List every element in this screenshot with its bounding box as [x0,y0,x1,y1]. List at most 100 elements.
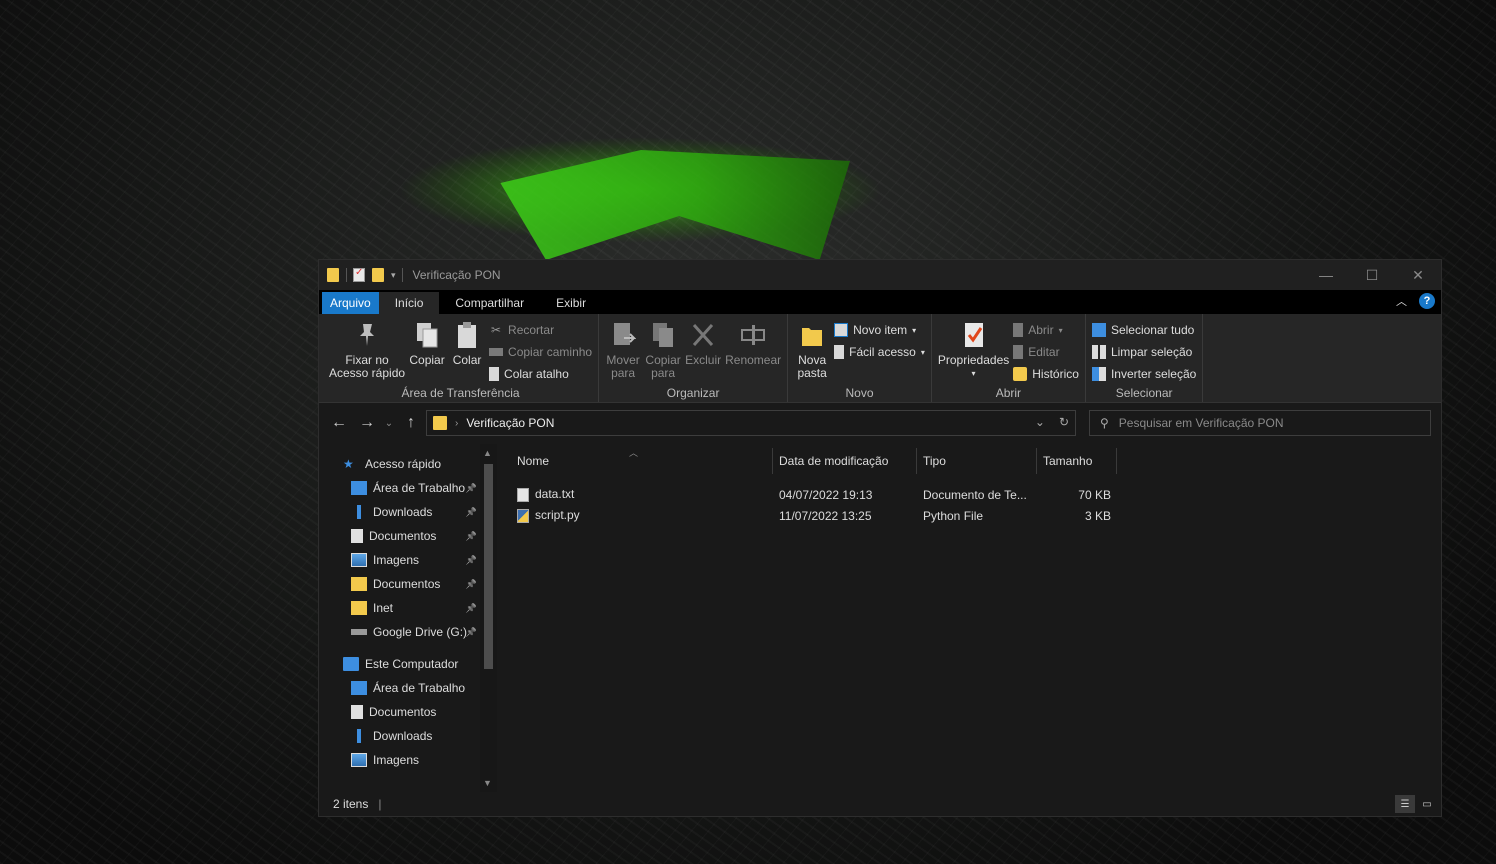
nav-quick-item-label: Documentos [369,529,437,543]
copy-to-button[interactable]: Copiar para [645,320,681,380]
breadcrumb-current-folder[interactable]: Verificação PON [466,416,554,430]
tab-inicio[interactable]: Início [378,292,440,314]
pictures-icon [351,553,367,567]
open-button[interactable]: Abrir ▾ [1013,322,1079,338]
desktop-icon [351,481,367,495]
nav-pc-item[interactable]: Downloads [319,724,497,748]
edit-button[interactable]: Editar [1013,344,1079,360]
column-header-modified[interactable]: Data de modificação [773,448,917,474]
copy-path-button[interactable]: Copiar caminho [489,344,592,360]
open-icon [1013,323,1024,337]
easy-access-label: Fácil acesso [849,345,916,359]
recent-locations-chevron-icon[interactable]: ⌄ [381,418,397,429]
new-item-label: Novo item [853,323,908,337]
scroll-thumb[interactable] [484,464,493,669]
collapse-ribbon-icon[interactable]: ︿ [1396,293,1407,309]
ribbon: Fixar no Acesso rápido Copiar Colar ✂ Re… [319,314,1441,403]
open-group: Propriedades ▾ Abrir ▾ Editar Histórico … [932,314,1086,402]
column-headers: ︿ Nome Data de modificação Tipo Tamanho [511,448,1117,474]
scissors-icon: ✂ [491,323,502,337]
search-input[interactable]: ⚲ Pesquisar em Verificação PON [1089,410,1431,436]
column-header-size[interactable]: Tamanho [1037,448,1117,474]
tab-exibir[interactable]: Exibir [540,292,602,314]
download-icon [351,505,367,519]
forward-arrow-icon[interactable]: → [353,414,381,432]
new-folder-button[interactable]: Nova pasta [794,320,830,380]
scroll-down-icon[interactable]: ▼ [483,778,492,788]
organize-group: Mover para Copiar para Excluir Renomear … [599,314,789,402]
refresh-icon[interactable]: ↻ [1059,415,1069,429]
file-modified-cell: 04/07/2022 19:13 [773,488,917,502]
column-header-name[interactable]: ︿ Nome [511,448,773,474]
history-button[interactable]: Histórico [1013,366,1079,382]
address-path-box[interactable]: › Verificação PON ⌄ ↻ [426,410,1076,436]
column-header-type[interactable]: Tipo [917,448,1037,474]
nav-scrollbar[interactable]: ▲ ▼ [480,444,497,792]
close-button[interactable]: ✕ [1395,260,1441,290]
large-icons-view-icon[interactable]: ▭ [1417,795,1437,813]
pin-icon [360,324,375,346]
new-folder-quick-icon[interactable] [372,268,384,282]
status-separator: | [378,797,382,811]
minimize-button[interactable]: — [1303,260,1349,290]
nav-quick-item[interactable]: Google Drive (G:) 📌 [319,620,497,644]
paste-shortcut-button[interactable]: Colar atalho [489,366,592,382]
text-file-icon [517,487,529,502]
nav-pc-item[interactable]: Imagens [319,748,497,772]
nav-quick-item[interactable]: Área de Trabalho 📌 [319,476,497,500]
nav-quick-access[interactable]: ★ Acesso rápido [319,452,497,476]
delete-button[interactable]: Excluir [685,320,721,367]
nav-this-pc[interactable]: Este Computador [319,652,497,676]
paste-label: Colar [452,353,482,367]
copy-button[interactable]: Copiar [409,320,445,367]
paste-shortcut-icon [489,367,500,381]
pin-quick-access-button[interactable]: Fixar no Acesso rápido [329,320,405,380]
properties-icon [964,323,983,347]
file-name-cell: data.txt [511,487,773,502]
pin-label-2: Acesso rápido [329,366,406,380]
nav-quick-item[interactable]: Imagens 📌 [319,548,497,572]
easy-access-button[interactable]: Fácil acesso ▾ [834,344,925,360]
address-dropdown-icon[interactable]: ⌄ [1035,415,1045,429]
move-to-button[interactable]: Mover para [605,320,641,380]
maximize-button[interactable]: ☐ [1349,260,1395,290]
nav-pc-item-label: Área de Trabalho [373,681,466,695]
nav-quick-item[interactable]: Downloads 📌 [319,500,497,524]
breadcrumb-chevron-icon[interactable]: › [455,418,458,429]
details-view-icon[interactable]: ☰ [1395,795,1415,813]
tab-arquivo[interactable]: Arquivo [322,292,379,314]
file-size-cell: 70 KB [1037,488,1117,502]
select-none-button[interactable]: Limpar seleção [1091,344,1196,360]
rename-button[interactable]: Renomear [725,320,781,367]
properties-quick-icon[interactable] [353,267,365,282]
copy-path-icon [489,348,504,356]
up-arrow-icon[interactable]: ↑ [397,414,425,432]
nav-pc-item[interactable]: Documentos [319,700,497,724]
open-dropdown-icon: ▾ [1058,325,1063,335]
scroll-up-icon[interactable]: ▲ [483,448,492,458]
nav-quick-item[interactable]: Documentos 📌 [319,572,497,596]
select-all-button[interactable]: Selecionar tudo [1091,322,1196,338]
clipboard-group-label: Área de Transferência [401,386,520,400]
nav-quick-item[interactable]: Inet 📌 [319,596,497,620]
python-file-icon [517,508,529,523]
invert-selection-button[interactable]: Inverter seleção [1091,366,1196,382]
back-arrow-icon[interactable]: ← [325,414,353,432]
help-icon[interactable]: ? [1419,293,1435,309]
search-icon: ⚲ [1100,416,1109,430]
quick-access-dropdown-icon[interactable]: ▾ [391,270,396,281]
nav-quick-item[interactable]: Documentos 📌 [319,524,497,548]
properties-button[interactable]: Propriedades ▾ [938,320,1009,380]
item-count: 2 itens [333,797,369,811]
file-row[interactable]: script.py 11/07/2022 13:25 Python File 3 KB [511,505,1117,526]
file-row[interactable]: data.txt 04/07/2022 19:13 Documento de Te.… [511,484,1117,505]
cut-button[interactable]: ✂ Recortar [489,322,592,338]
pin-icon: 📌 [465,602,477,613]
new-item-button[interactable]: Novo item ▾ [834,322,925,338]
navigation-pane: ★ Acesso rápido Área de Trabalho 📌 Downloa… [319,444,497,792]
organize-group-label: Organizar [666,386,720,400]
tab-compartilhar[interactable]: Compartilhar [439,292,540,314]
paste-button[interactable]: Colar [449,320,485,367]
title-bar[interactable]: ▾ Verificação PON — ☐ ✕ [319,260,1441,290]
nav-pc-item[interactable]: Área de Trabalho [319,676,497,700]
